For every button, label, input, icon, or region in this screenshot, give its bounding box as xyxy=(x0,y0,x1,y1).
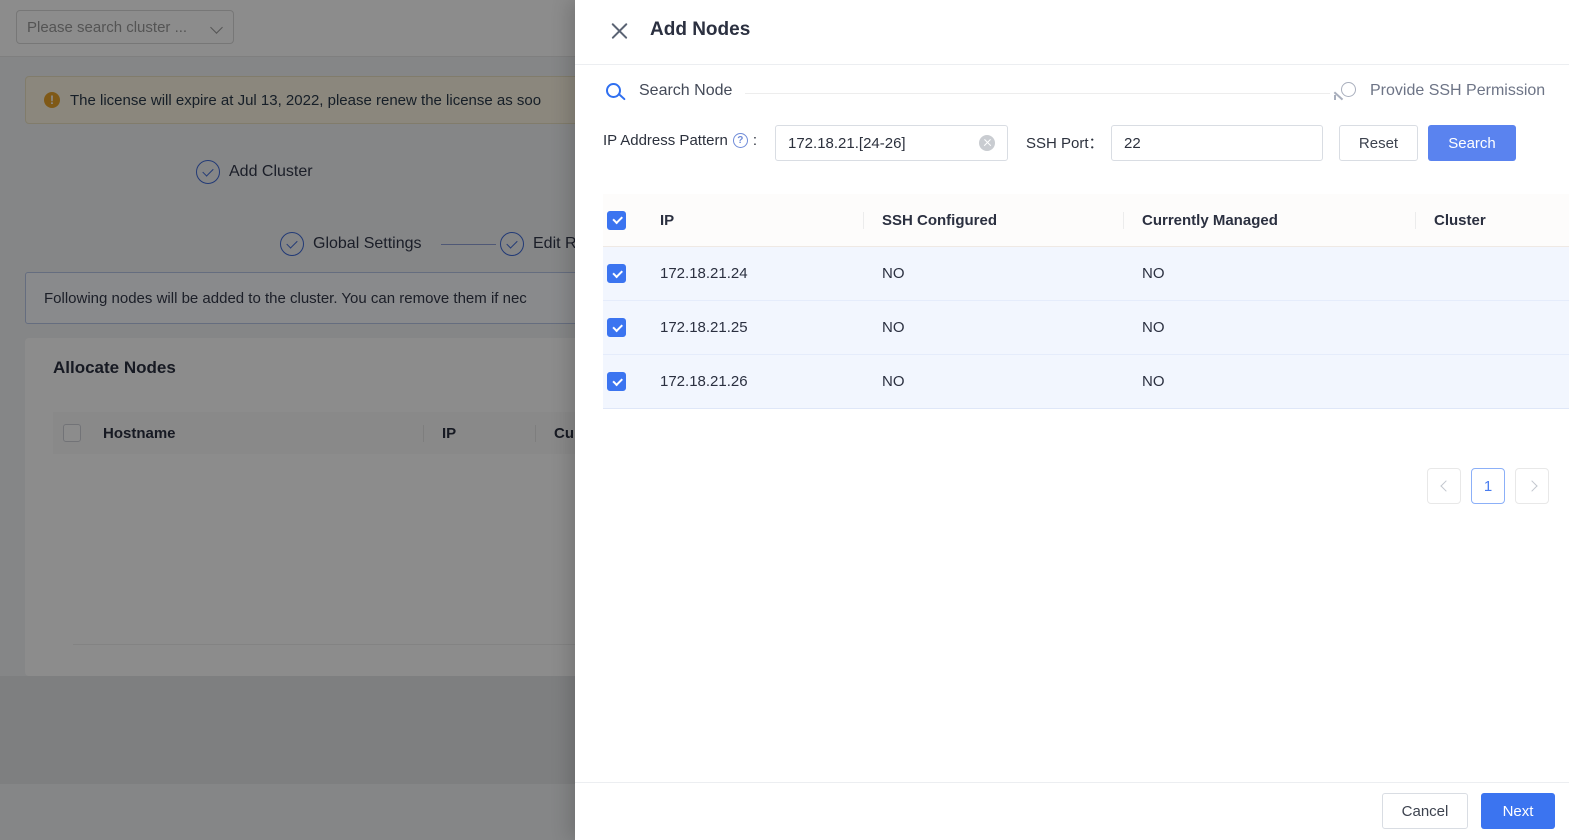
pagination-prev-button[interactable] xyxy=(1427,468,1461,504)
pagination: 1 xyxy=(1427,468,1549,504)
column-ssh-configured: SSH Configured xyxy=(863,211,1123,229)
add-nodes-drawer: Add Nodes Search Node Provide SSH Permis… xyxy=(575,0,1569,840)
cancel-button[interactable]: Cancel xyxy=(1382,793,1468,829)
clear-icon[interactable] xyxy=(979,135,995,151)
provide-ssh-permission-link[interactable]: Provide SSH Permission xyxy=(1370,82,1545,100)
select-all-checkbox[interactable] xyxy=(607,210,626,230)
row-checkbox[interactable] xyxy=(607,372,626,391)
close-icon[interactable] xyxy=(610,21,630,41)
search-icon xyxy=(606,83,627,104)
pagination-next-button[interactable] xyxy=(1515,468,1549,504)
chevron-left-icon xyxy=(1440,482,1449,491)
column-ip: IP xyxy=(660,211,675,229)
cell-ssh-configured: NO xyxy=(882,373,905,390)
ssh-port-value: 22 xyxy=(1124,134,1141,152)
cell-currently-managed: NO xyxy=(1142,373,1165,390)
chevron-right-icon xyxy=(1528,482,1537,491)
reset-button[interactable]: Reset xyxy=(1339,125,1418,161)
row-select-cell xyxy=(603,264,660,283)
key-icon-tooth xyxy=(1334,95,1336,100)
node-filter-row: IP Address Pattern ? : 172.18.21.[24-26]… xyxy=(575,120,1569,170)
row-select-cell xyxy=(603,372,660,391)
cell-currently-managed: NO xyxy=(1142,265,1165,282)
table-row[interactable]: 172.18.21.25 NO NO xyxy=(603,301,1569,355)
cell-ssh-configured: NO xyxy=(882,319,905,336)
ip-address-pattern-colon: : xyxy=(752,132,757,149)
cell-ip: 172.18.21.26 xyxy=(660,373,748,390)
row-select-cell xyxy=(603,318,660,337)
key-icon xyxy=(1333,82,1359,104)
cell-currently-managed: NO xyxy=(1142,319,1165,336)
node-results-table: IP SSH Configured Currently Managed Clus… xyxy=(603,194,1569,409)
section-divider xyxy=(745,93,1330,94)
row-checkbox[interactable] xyxy=(607,318,626,337)
ssh-port-input[interactable]: 22 xyxy=(1111,125,1323,161)
column-currently-managed: Currently Managed xyxy=(1123,211,1415,229)
select-all-cell xyxy=(603,210,660,230)
cell-ip: 172.18.21.25 xyxy=(660,319,748,336)
table-row[interactable]: 172.18.21.24 NO NO xyxy=(603,247,1569,301)
ip-address-pattern-input[interactable]: 172.18.21.[24-26] xyxy=(775,125,1008,161)
help-icon[interactable]: ? xyxy=(732,133,748,148)
pagination-page-1[interactable]: 1 xyxy=(1471,468,1505,504)
column-cluster: Cluster xyxy=(1415,211,1569,229)
search-button[interactable]: Search xyxy=(1428,125,1516,161)
drawer-title: Add Nodes xyxy=(650,19,751,40)
search-node-section-header: Search Node Provide SSH Permission xyxy=(575,64,1569,116)
ssh-port-label: SSH Port： xyxy=(1026,135,1104,152)
search-icon-handle xyxy=(618,93,626,101)
key-icon-ring xyxy=(1341,82,1356,97)
drawer-footer: Cancel Next xyxy=(575,782,1569,840)
table-header-row: IP SSH Configured Currently Managed Clus… xyxy=(603,194,1569,247)
ip-address-pattern-label: IP Address Pattern ? : xyxy=(603,132,757,149)
cell-ssh-configured: NO xyxy=(882,265,905,282)
search-node-label: Search Node xyxy=(639,82,733,99)
ip-address-pattern-value: 172.18.21.[24-26] xyxy=(788,134,906,152)
next-button[interactable]: Next xyxy=(1481,793,1555,829)
drawer-header: Add Nodes xyxy=(575,0,1569,65)
cell-ip: 172.18.21.24 xyxy=(660,265,748,282)
table-row[interactable]: 172.18.21.26 NO NO xyxy=(603,355,1569,409)
table-body: 172.18.21.24 NO NO 172.18.21.25 NO NO 17… xyxy=(603,247,1569,409)
row-checkbox[interactable] xyxy=(607,264,626,283)
ip-address-pattern-label-text: IP Address Pattern xyxy=(603,132,728,149)
